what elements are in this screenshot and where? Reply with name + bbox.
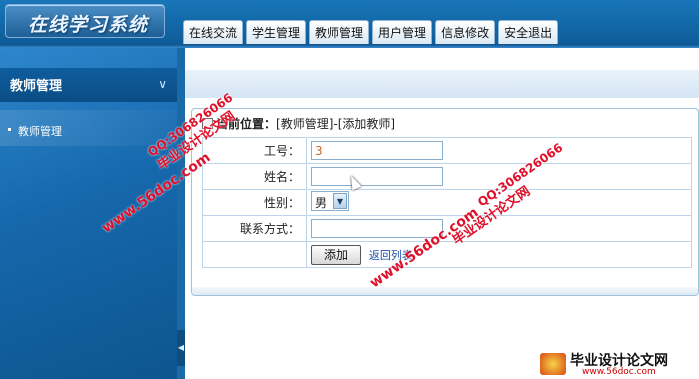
add-teacher-form: 工号： 姓名： 性别： 男 ▼ 联系方式： [202, 137, 692, 268]
content-header-band [185, 70, 699, 98]
teacher-name-label: 姓名： [202, 163, 307, 190]
add-button[interactable]: 添加 [311, 244, 362, 265]
teacher-id-label: 工号： [202, 137, 307, 164]
tab-logout[interactable]: 安全退出 [498, 20, 559, 44]
tab-teacher-management[interactable]: 教师管理 [309, 20, 370, 44]
main-content: 当前位置：[教师管理]-[添加教师] 工号： 姓名： 性别： 男 ▼ [185, 48, 699, 379]
brand-url: www.56doc.com [582, 367, 656, 377]
tab-student-management[interactable]: 学生管理 [246, 20, 307, 44]
contact-input[interactable] [311, 219, 443, 238]
header-bar: 在线学习系统 在线交流 学生管理 教师管理 用户管理 信息修改 安全退出 [0, 0, 699, 46]
form-panel: 当前位置：[教师管理]-[添加教师] 工号： 姓名： 性别： 男 ▼ [191, 108, 699, 296]
sidebar-item-teacher-management[interactable]: 教师管理 [0, 110, 177, 146]
logo-text: 在线学习系统 [28, 14, 149, 36]
breadcrumb-path: [教师管理]-[添加教师] [276, 117, 396, 131]
actions-cell: 添加 返回列表 [306, 241, 692, 268]
contact-label: 联系方式： [202, 215, 307, 242]
actions-spacer [202, 241, 307, 268]
tab-online-chat[interactable]: 在线交流 [183, 20, 244, 44]
teacher-id-input[interactable] [311, 141, 443, 160]
sidebar: 教师管理 ∨ 教师管理 [0, 48, 177, 379]
teacher-id-cell [306, 137, 692, 164]
sidebar-item-label: 教师管理 [18, 125, 62, 138]
sidebar-header: 教师管理 ∨ [0, 68, 177, 102]
panel-footer [192, 287, 698, 295]
chevron-down-icon[interactable]: ▼ [333, 193, 347, 209]
tab-edit-info[interactable]: 信息修改 [435, 20, 496, 44]
gender-selected-value: 男 [315, 196, 328, 210]
gender-select[interactable]: 男 ▼ [311, 191, 349, 211]
double-chevron-down-icon[interactable]: ∨ [158, 77, 167, 91]
app-logo: 在线学习系统 [5, 4, 165, 38]
gender-label: 性别： [202, 189, 307, 216]
form-row-actions: 添加 返回列表 [202, 241, 692, 268]
sidebar-title: 教师管理 [10, 79, 63, 94]
form-row-id: 工号： [202, 137, 692, 164]
sidebar-toggle-arrow-icon[interactable]: ◀ [177, 330, 185, 366]
brand-logo-icon [540, 353, 566, 375]
form-row-name: 姓名： [202, 163, 692, 190]
bullet-icon [8, 128, 11, 131]
teacher-name-input[interactable] [311, 167, 443, 186]
form-row-gender: 性别： 男 ▼ [202, 189, 692, 216]
top-nav: 在线交流 学生管理 教师管理 用户管理 信息修改 安全退出 [183, 20, 559, 44]
tab-user-management[interactable]: 用户管理 [372, 20, 433, 44]
brand-watermark: 毕业设计论文网 www.56doc.com [540, 350, 699, 379]
